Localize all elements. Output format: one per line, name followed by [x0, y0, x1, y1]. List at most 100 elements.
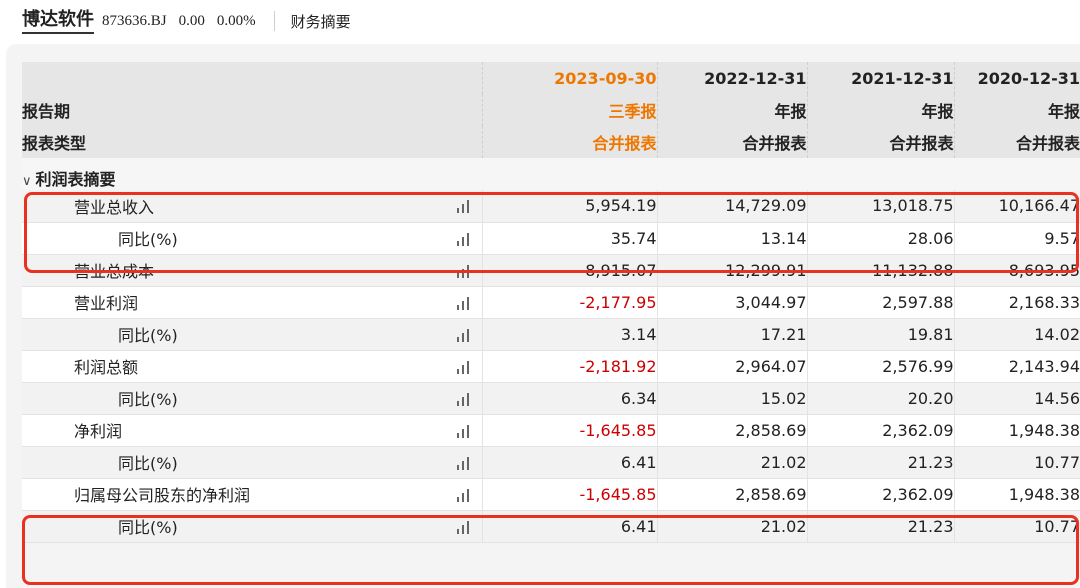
- cell-value: 2,143.94: [953, 350, 1080, 383]
- cell-value: 21.23: [806, 510, 954, 543]
- cell-value: 6.34: [481, 382, 657, 415]
- row-label: 归属母公司股东的净利润: [74, 486, 251, 505]
- group-spacer: [482, 158, 657, 190]
- stock-name-link[interactable]: 博达软件: [22, 9, 94, 34]
- bar-chart-icon[interactable]: [456, 456, 470, 470]
- cell-value: 2,597.88: [806, 286, 954, 319]
- cell-value: 2,362.09: [806, 478, 954, 511]
- cell-value: 19.81: [806, 318, 954, 351]
- report-type-row: 报表类型 合并报表 合并报表 合并报表 合并报表: [22, 126, 1080, 158]
- bar-chart-icon[interactable]: [456, 488, 470, 502]
- group-spacer: [954, 158, 1080, 190]
- row-label: 营业总收入: [74, 197, 155, 217]
- cell-value: 21.02: [656, 510, 807, 543]
- cell-value: 3.14: [481, 318, 657, 351]
- period-date-row: 2023-09-30 2022-12-31 2021-12-31 2020-12…: [22, 62, 1080, 94]
- bar-chart-icon[interactable]: [456, 199, 470, 213]
- row-label: 净利润: [74, 422, 123, 441]
- period-date[interactable]: 2021-12-31: [806, 62, 954, 94]
- bar-chart-icon[interactable]: [456, 328, 470, 342]
- row-label: 同比(%): [118, 230, 178, 249]
- group-spacer: [657, 158, 807, 190]
- cell-value: 1,948.38: [953, 414, 1080, 447]
- stock-change-pct: 0.00%: [216, 12, 256, 29]
- table-row: 同比(%) 35.74 13.14 28.06 9.57: [22, 222, 1080, 255]
- cell-value: 2,858.69: [656, 478, 807, 511]
- cell-value: 3,044.97: [656, 286, 807, 319]
- cell-value: 6.41: [481, 446, 657, 479]
- row-label: 同比(%): [118, 454, 178, 473]
- cell-value: 10.77: [953, 510, 1080, 543]
- bar-chart-icon[interactable]: [456, 392, 470, 406]
- row-label-cell: 同比(%): [22, 446, 482, 479]
- chevron-down-icon[interactable]: ∨: [22, 174, 32, 189]
- cell-value: -2,177.95: [481, 286, 657, 319]
- bar-chart-icon[interactable]: [456, 264, 470, 278]
- row-label: 营业利润: [74, 294, 139, 313]
- stock-header: 博达软件 873636.BJ 0.00 0.00% 财务摘要: [0, 0, 1080, 42]
- bar-chart-icon[interactable]: [456, 232, 470, 246]
- cell-value: 12,299.91: [656, 254, 807, 287]
- cell-value: 5,954.19: [481, 190, 657, 223]
- cell-value: 15.02: [656, 382, 807, 415]
- table-row: 同比(%) 3.14 17.21 19.81 14.02: [22, 318, 1080, 351]
- cell-value: 14.02: [953, 318, 1080, 351]
- cell-value: 2,964.07: [656, 350, 807, 383]
- table-row: 营业总成本 8,915.07 12,299.91 11,132.88 8,693…: [22, 254, 1080, 287]
- cell-value: 17.21: [656, 318, 807, 351]
- period-type: 年报: [656, 94, 807, 126]
- cell-value: -1,645.85: [481, 478, 657, 511]
- period-label: 报告期: [22, 94, 482, 126]
- table-row: 同比(%) 6.34 15.02 20.20 14.56: [22, 382, 1080, 415]
- row-label-cell: 净利润: [22, 414, 482, 447]
- group-toggle[interactable]: ∨ 利润表摘要: [22, 158, 482, 190]
- financial-summary-table: 2023-09-30 2022-12-31 2021-12-31 2020-12…: [22, 62, 1080, 543]
- cell-value: 2,576.99: [806, 350, 954, 383]
- cell-value: 14,729.09: [656, 190, 807, 223]
- row-label-cell: 营业总成本: [22, 254, 482, 287]
- cell-value: 9.57: [953, 222, 1080, 255]
- cell-value: 10.77: [953, 446, 1080, 479]
- period-type-row: 报告期 三季报 年报 年报 年报: [22, 94, 1080, 126]
- period-date[interactable]: 2023-09-30: [481, 62, 657, 94]
- cell-value: 21.02: [656, 446, 807, 479]
- row-label: 利润总额: [74, 358, 139, 377]
- cell-value: 13.14: [656, 222, 807, 255]
- cell-value: 6.41: [481, 510, 657, 543]
- period-date[interactable]: 2020-12-31: [953, 62, 1080, 94]
- bar-chart-icon[interactable]: [456, 424, 470, 438]
- report-type: 合并报表: [481, 126, 657, 158]
- header-divider: [273, 11, 275, 31]
- section-title: 财务摘要: [290, 12, 351, 31]
- cell-value: 1,948.38: [953, 478, 1080, 511]
- report-type-label: 报表类型: [22, 126, 482, 158]
- row-label-cell: 营业利润: [22, 286, 482, 319]
- period-type: 年报: [953, 94, 1080, 126]
- row-label-cell: 同比(%): [22, 318, 482, 351]
- row-label: 同比(%): [118, 518, 178, 537]
- row-label-cell: 同比(%): [22, 382, 482, 415]
- row-label: 营业总成本: [74, 262, 155, 281]
- cell-value: -1,645.85: [481, 414, 657, 447]
- group-label: 利润表摘要: [35, 170, 116, 189]
- period-date[interactable]: 2022-12-31: [656, 62, 807, 94]
- stock-code: 873636.BJ: [102, 12, 167, 29]
- bar-chart-icon[interactable]: [456, 360, 470, 374]
- table-row: 归属母公司股东的净利润 -1,645.85 2,858.69 2,362.09 …: [22, 478, 1080, 511]
- row-label: 同比(%): [118, 390, 178, 409]
- table-row: 营业总收入 5,954.19 14,729.09 13,018.75 10,16…: [22, 190, 1080, 223]
- cell-value: -2,181.92: [481, 350, 657, 383]
- header-corner: [22, 62, 482, 94]
- row-label: 同比(%): [118, 326, 178, 345]
- cell-value: 20.20: [806, 382, 954, 415]
- table-row: 同比(%) 6.41 21.02 21.23 10.77: [22, 446, 1080, 479]
- cell-value: 21.23: [806, 446, 954, 479]
- cell-value: 35.74: [481, 222, 657, 255]
- cell-value: 13,018.75: [806, 190, 954, 223]
- bar-chart-icon[interactable]: [456, 520, 470, 534]
- report-type: 合并报表: [806, 126, 954, 158]
- row-label-cell: 归属母公司股东的净利润: [22, 478, 482, 511]
- bar-chart-icon[interactable]: [456, 296, 470, 310]
- cell-value: 14.56: [953, 382, 1080, 415]
- group-income-statement[interactable]: ∨ 利润表摘要: [22, 158, 1080, 190]
